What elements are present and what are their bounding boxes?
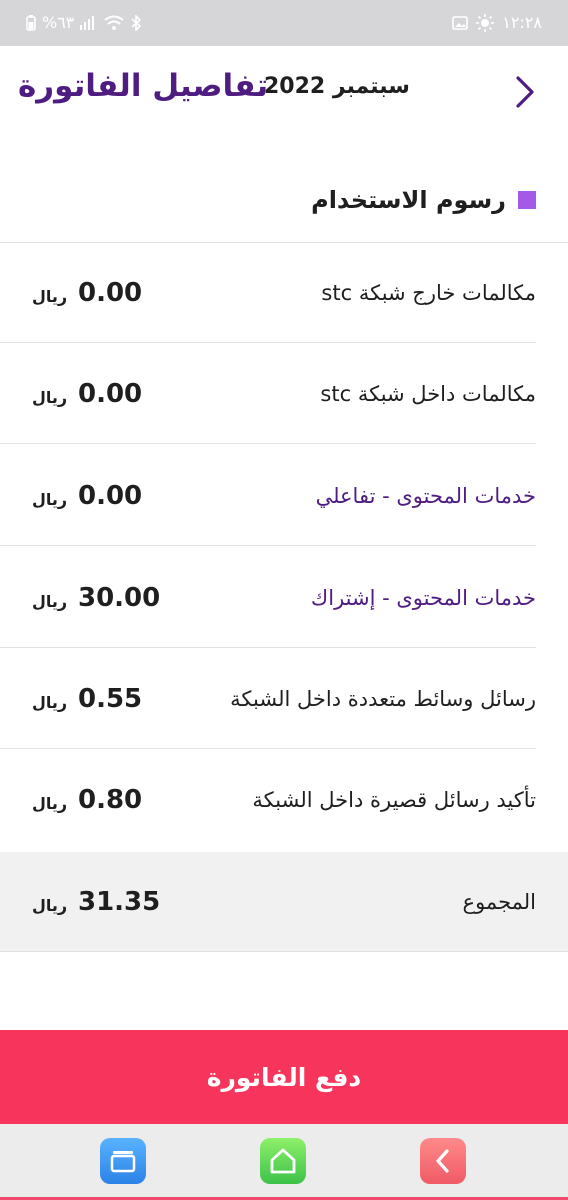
image-notification-icon (452, 15, 469, 30)
page-title: تفاصيل الفاتورة (18, 68, 269, 104)
charge-row[interactable]: خدمات المحتوى - تفاعلي 0.00 ريال (0, 446, 568, 546)
status-right: ١٢:٢٨ (452, 13, 542, 32)
currency-label: ريال (32, 895, 68, 915)
charge-row: مكالمات داخل شبكة stc 0.00 ريال (0, 344, 568, 444)
charge-row: مكالمات خارج شبكة stc 0.00 ريال (0, 243, 568, 343)
recents-button[interactable] (100, 1138, 146, 1184)
charge-label-link[interactable]: خدمات المحتوى - إشتراك (311, 548, 536, 648)
currency-label: ريال (32, 591, 68, 611)
bill-period: سبتمبر 2022 (264, 74, 410, 99)
home-icon (270, 1148, 296, 1174)
back-button[interactable] (506, 72, 542, 112)
status-left: %٦٣ (26, 13, 142, 32)
charge-label: مكالمات داخل شبكة stc (320, 382, 536, 406)
wifi-icon (104, 15, 125, 30)
navigation-bar (0, 1124, 568, 1200)
battery-percent: %٦٣ (42, 13, 75, 32)
brightness-icon (476, 13, 495, 32)
charge-amount: 0.80 (78, 785, 143, 815)
signal-icon (80, 15, 95, 30)
divider (0, 748, 536, 749)
currency-label: ريال (32, 692, 68, 712)
divider (0, 545, 536, 546)
charge-row: تأكيد رسائل قصيرة داخل الشبكة 0.80 ريال (0, 750, 568, 850)
total-row: المجموع 31.35 ريال (0, 852, 568, 952)
bluetooth-icon (131, 14, 142, 31)
divider (0, 342, 536, 343)
charge-row: رسائل وسائط متعددة داخل الشبكة 0.55 ريال (0, 649, 568, 749)
total-amount: 31.35 (78, 887, 161, 917)
charge-amount: 30.00 (78, 583, 161, 613)
currency-label: ريال (32, 286, 68, 306)
section-title: رسوم الاستخدام (311, 186, 506, 214)
total-label: المجموع (462, 890, 536, 914)
divider (0, 443, 536, 444)
chevron-right-icon (516, 76, 534, 108)
charge-label: مكالمات خارج شبكة stc (321, 281, 536, 305)
back-icon (436, 1149, 449, 1173)
system-back-button[interactable] (420, 1138, 466, 1184)
divider (0, 951, 568, 952)
currency-label: ريال (32, 387, 68, 407)
battery-icon (26, 14, 36, 31)
pay-bill-button[interactable]: دفع الفاتورة (0, 1030, 568, 1124)
charge-amount: 0.00 (78, 481, 143, 511)
home-button[interactable] (260, 1138, 306, 1184)
clock: ١٢:٢٨ (502, 13, 542, 32)
charge-label: تأكيد رسائل قصيرة داخل الشبكة (252, 788, 536, 812)
section-header: رسوم الاستخدام (311, 182, 536, 218)
recents-icon (110, 1151, 136, 1173)
charge-label-link[interactable]: خدمات المحتوى - تفاعلي (316, 446, 536, 546)
header: تفاصيل الفاتورة سبتمبر 2022 (0, 46, 568, 136)
charge-row[interactable]: خدمات المحتوى - إشتراك 30.00 ريال (0, 548, 568, 648)
currency-label: ريال (32, 793, 68, 813)
charge-amount: 0.55 (78, 684, 143, 714)
charge-label: رسائل وسائط متعددة داخل الشبكة (230, 687, 536, 711)
divider (0, 647, 536, 648)
currency-label: ريال (32, 489, 68, 509)
section-marker (518, 191, 536, 209)
charge-amount: 0.00 (78, 379, 143, 409)
status-bar: %٦٣ ١٢:٢٨ (0, 0, 568, 46)
charge-amount: 0.00 (78, 278, 143, 308)
